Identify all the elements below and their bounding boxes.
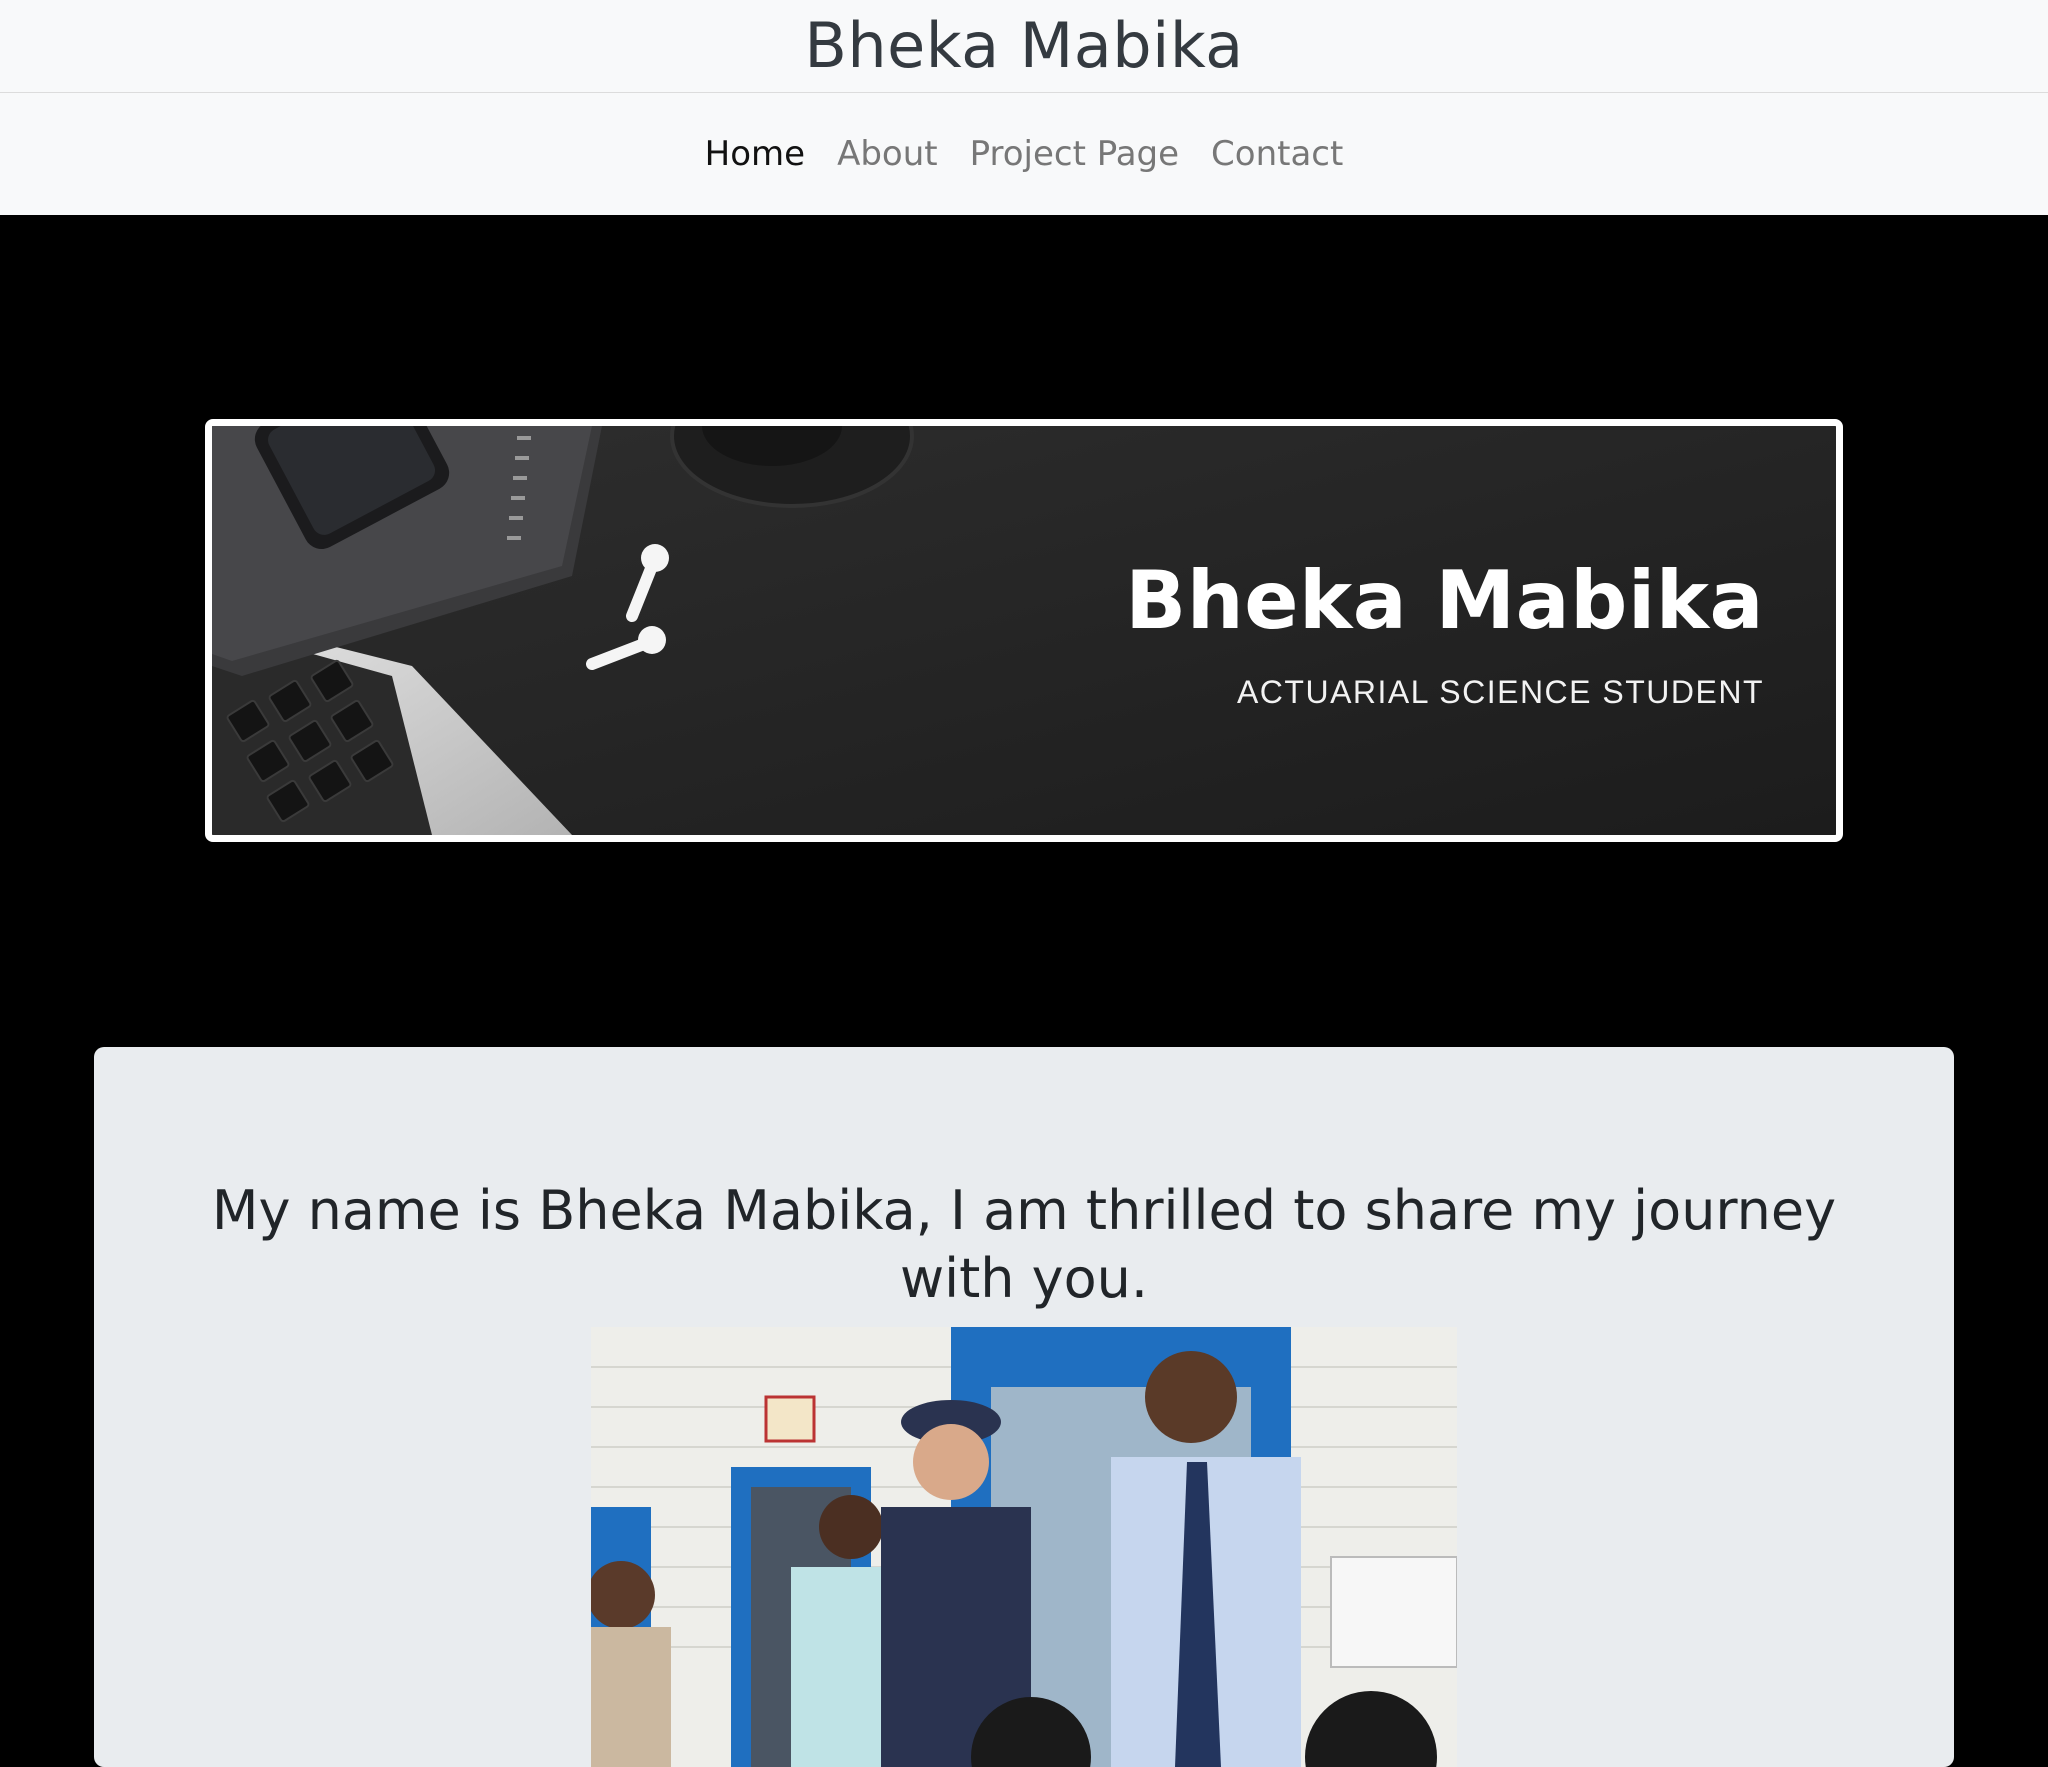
site-title: Bheka Mabika bbox=[804, 9, 1244, 82]
nav-list: Home About Project Page Contact bbox=[705, 134, 1344, 174]
nav-link-project-page[interactable]: Project Page bbox=[970, 134, 1179, 174]
intro-card: My name is Bheka Mabika, I am thrilled t… bbox=[94, 1047, 1954, 1767]
profile-photo bbox=[591, 1327, 1457, 1767]
nav-link-home[interactable]: Home bbox=[705, 134, 805, 174]
site-header: Bheka Mabika bbox=[0, 0, 2048, 93]
nav-item-about: About bbox=[837, 134, 938, 174]
nav-link-about[interactable]: About bbox=[837, 134, 938, 174]
hero-banner: Bheka Mabika ACTUARIAL SCIENCE STUDENT bbox=[205, 419, 1843, 842]
banner-subtitle: ACTUARIAL SCIENCE STUDENT bbox=[1236, 674, 1764, 710]
main-navigation: Home About Project Page Contact bbox=[0, 93, 2048, 215]
nav-item-home: Home bbox=[705, 134, 805, 174]
nav-link-contact[interactable]: Contact bbox=[1211, 134, 1343, 174]
nav-item-project-page: Project Page bbox=[970, 134, 1179, 174]
banner-title: Bheka Mabika bbox=[1125, 554, 1764, 647]
group-photo-image bbox=[591, 1327, 1457, 1767]
nav-item-contact: Contact bbox=[1211, 134, 1343, 174]
intro-heading: My name is Bheka Mabika, I am thrilled t… bbox=[211, 1179, 1837, 1310]
